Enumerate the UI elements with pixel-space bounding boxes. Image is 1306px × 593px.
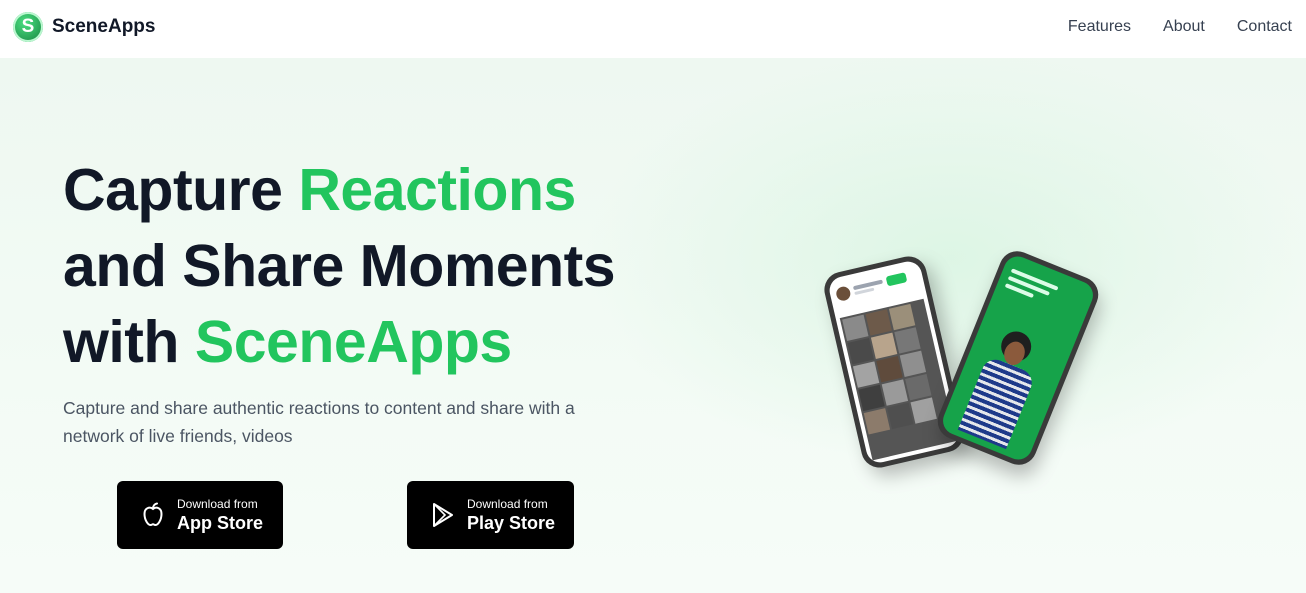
apple-icon — [143, 502, 163, 527]
hero-section: Capture Reactions and Share Moments with… — [0, 58, 1306, 593]
title-accent-sceneapps: SceneApps — [194, 309, 512, 375]
brand[interactable]: S SceneApps — [13, 12, 155, 42]
brand-name: SceneApps — [52, 16, 156, 37]
app-store-small-label: Download from — [177, 496, 258, 511]
title-word-capture: Capture — [63, 157, 299, 223]
play-store-label: Play Store — [467, 512, 556, 533]
title-accent-reactions: Reactions — [298, 157, 576, 223]
nav-links: Features About Contact — [1068, 18, 1292, 36]
play-icon — [433, 503, 453, 527]
brand-logo-icon: S — [13, 12, 43, 42]
title-line-2: and Share Moments — [63, 233, 616, 299]
navbar: S SceneApps Features About Contact — [0, 0, 1306, 58]
nav-link-features[interactable]: Features — [1068, 18, 1131, 36]
nav-link-about[interactable]: About — [1163, 18, 1205, 36]
app-store-label: App Store — [177, 512, 264, 533]
hero-title: Capture Reactions and Share Moments with… — [63, 152, 616, 380]
phone-mockup-feed — [820, 252, 968, 472]
play-store-button[interactable]: Download from Play Store — [407, 481, 574, 549]
hero-subtitle: Capture and share authentic reactions to… — [63, 398, 575, 446]
title-word-with: with — [63, 309, 195, 375]
play-store-small-label: Download from — [467, 496, 548, 511]
app-store-button[interactable]: Download from App Store — [117, 481, 283, 549]
phone-mockup-reaction — [932, 245, 1104, 471]
phone-mockups-image — [820, 245, 1104, 478]
nav-link-contact[interactable]: Contact — [1237, 18, 1292, 36]
